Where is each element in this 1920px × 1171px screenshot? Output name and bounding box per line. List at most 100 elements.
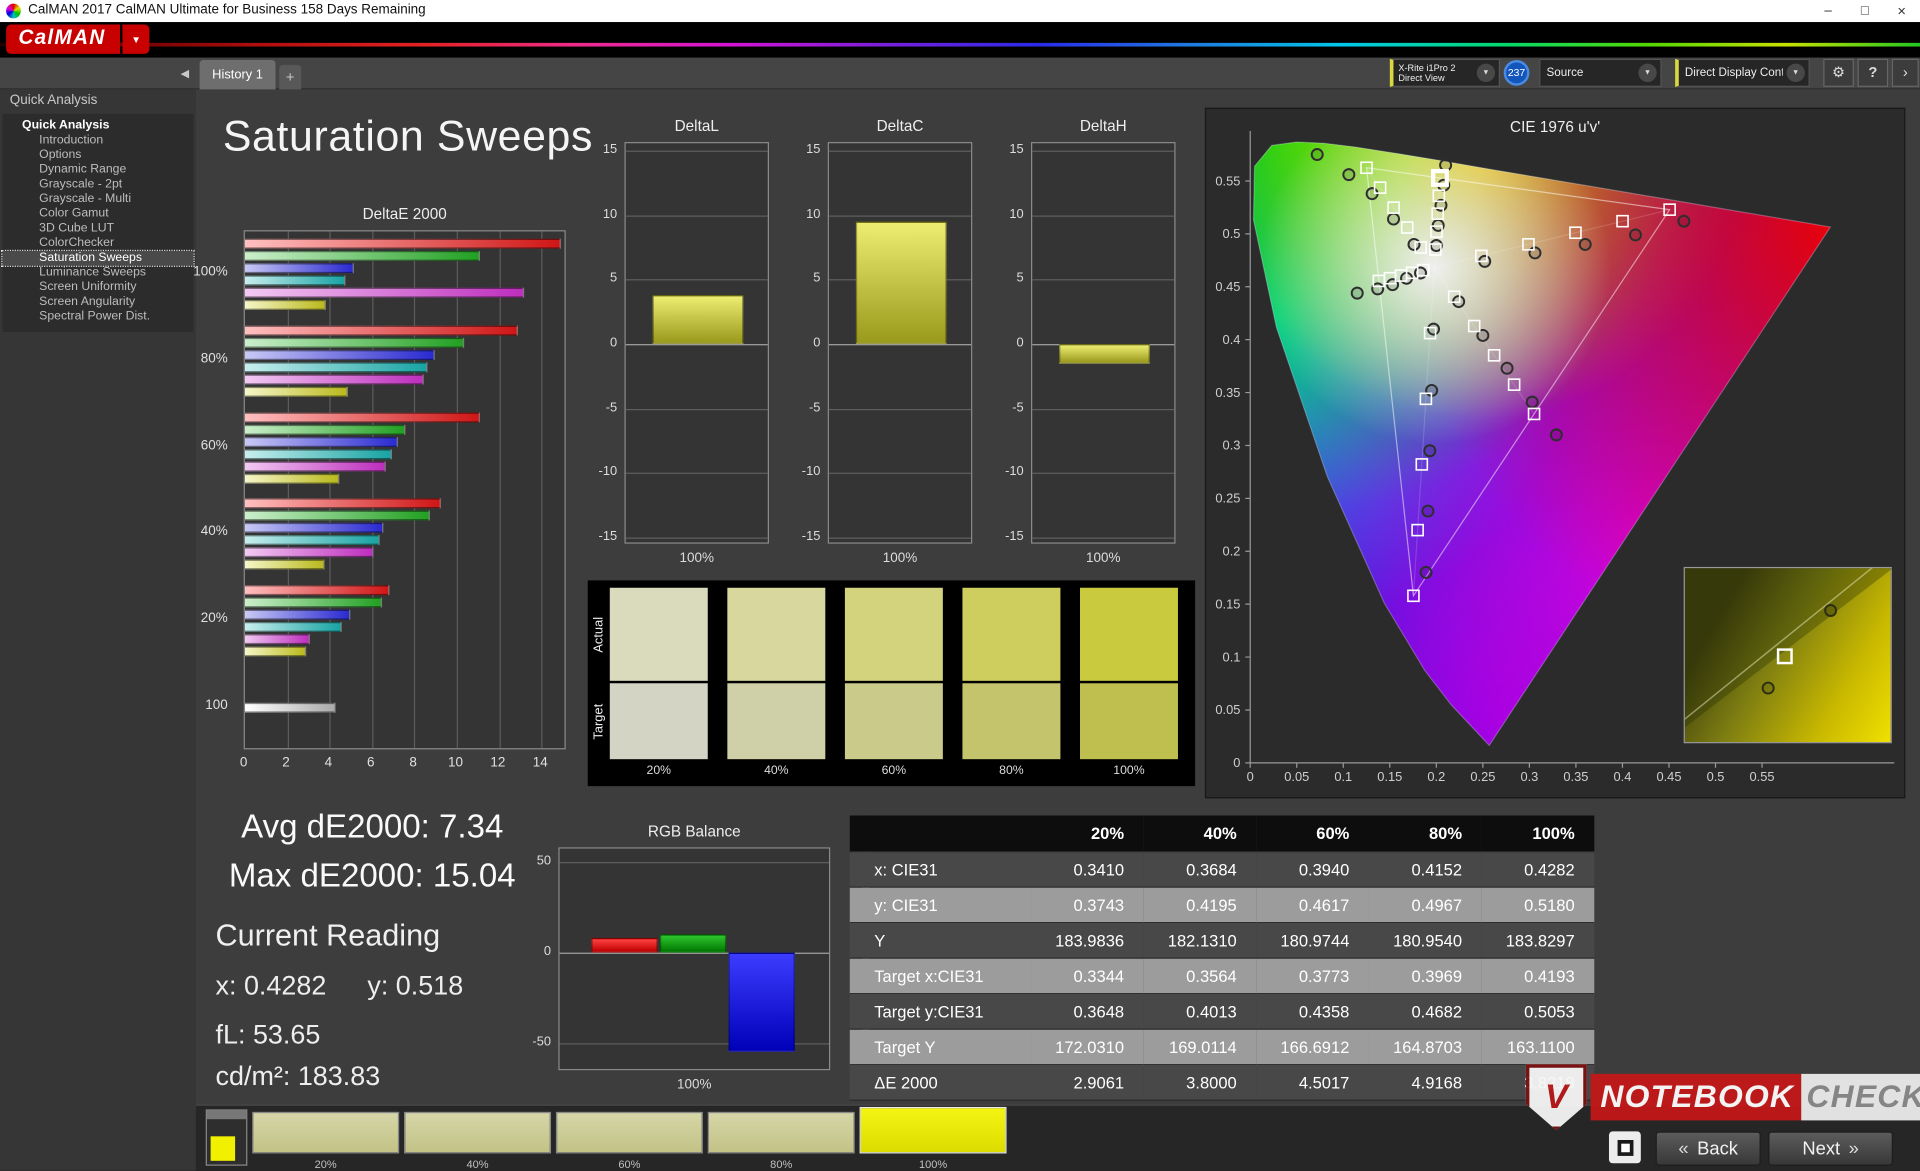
table-value: 164.8703 [1368, 1029, 1482, 1066]
sidebar-item-grayscale-2pt[interactable]: Grayscale - 2pt [2, 178, 193, 193]
calman-logo-text[interactable]: CalMAN [6, 24, 121, 54]
current-fl-value: fL: 53.65 [215, 1018, 321, 1050]
close-button[interactable]: × [1883, 0, 1920, 22]
patch-swatch-20%[interactable] [252, 1111, 400, 1154]
deltae-bar-blue [244, 436, 399, 447]
patch-swatch-label: 100% [918, 1158, 948, 1171]
deltah-chart-xlabel: 100% [1086, 551, 1121, 566]
patch-column-100%: 100% [1080, 580, 1178, 786]
gridline [1032, 537, 1175, 539]
settings-gear-button[interactable]: ⚙ [1823, 58, 1854, 87]
source-dropdown[interactable]: Source ▼ [1539, 58, 1662, 87]
chevron-down-icon[interactable]: ▼ [1476, 63, 1496, 83]
row-label: Target x:CIE31 [862, 958, 1032, 995]
current-patch-swatch [210, 1136, 236, 1161]
chevron-down-icon[interactable]: ▼ [1786, 63, 1805, 83]
expand-panel-button[interactable]: › [1891, 58, 1919, 87]
next-button-label: Next [1802, 1138, 1841, 1159]
patch-swatch-100%[interactable] [859, 1106, 1007, 1154]
deltal-chart-plot [624, 142, 769, 544]
meter-mode: Direct View [1398, 71, 1445, 83]
gridline [828, 472, 972, 475]
sidebar-item-screen-uniformity[interactable]: Screen Uniformity [2, 280, 193, 295]
next-button[interactable]: Next » [1768, 1131, 1894, 1166]
gridline [625, 279, 768, 281]
y-tick-label: 0 [543, 944, 552, 959]
sidebar-item-colorchecker[interactable]: ColorChecker [2, 236, 193, 251]
measurement-count-badge[interactable]: 237 [1503, 60, 1530, 86]
deltae-group-100 [244, 664, 565, 748]
patch-column-label: 80% [999, 764, 1024, 778]
current-cdm2-value: cd/m²: 183.83 [215, 1060, 381, 1092]
logo-menu-arrow-icon[interactable]: ▼ [122, 24, 150, 54]
table-value: 182.1310 [1143, 923, 1257, 959]
tab-history-1[interactable]: History 1 [199, 60, 276, 90]
sidebar-item-luminance-sweeps[interactable]: Luminance Sweeps [2, 266, 193, 281]
maximize-button[interactable]: □ [1847, 0, 1884, 22]
sidebar-root-item[interactable]: Quick Analysis [2, 118, 193, 134]
meter-dropdown[interactable]: X-Rite i1Pro 2 Direct View ▼ [1389, 58, 1501, 87]
svg-text:0: 0 [1233, 755, 1240, 770]
table-value: 0.3648 [1031, 994, 1144, 1030]
svg-text:0.1: 0.1 [1334, 769, 1352, 784]
gridline [625, 408, 768, 410]
patch-swatch-60%[interactable] [555, 1111, 703, 1154]
minimize-button[interactable]: – [1810, 0, 1847, 22]
table-value: 163.1100 [1481, 1029, 1595, 1066]
sidebar-item-dynamic-range[interactable]: Dynamic Range [2, 163, 193, 178]
svg-text:0.2: 0.2 [1223, 544, 1241, 559]
y-tick-label: 100% [193, 264, 228, 280]
sidebar-item-3d-cube-lut[interactable]: 3D Cube LUT [2, 222, 193, 237]
patch-window-preview[interactable] [205, 1109, 248, 1166]
deltac-chart-plot [827, 142, 973, 544]
cie-zoom-inset [1683, 566, 1894, 744]
patch-swatch-80%[interactable] [707, 1111, 855, 1154]
deltae-bar-green [244, 337, 464, 348]
deltae-bar-magenta [244, 634, 311, 645]
actual-swatch [609, 587, 708, 681]
patch-column-20%: 20% [609, 580, 708, 786]
sidebar-collapse-button[interactable]: ◀ [174, 62, 196, 84]
table-value: 0.3969 [1368, 958, 1482, 995]
deltae-bar-green [244, 511, 430, 521]
patch-swatch-40%[interactable] [404, 1111, 552, 1154]
deltae-bar-yellow [244, 559, 325, 570]
sidebar-item-grayscale-multi[interactable]: Grayscale - Multi [2, 192, 193, 207]
deltae-bar-cyan [244, 448, 393, 459]
deltae-bar-cyan [244, 275, 346, 286]
Green-bar [660, 934, 727, 953]
table-row: y: CIE31 0.3743 0.4195 0.4617 0.4967 0.5180 [849, 887, 1595, 924]
y-tick-label: 5 [813, 271, 821, 286]
back-chevron-icon: « [1678, 1138, 1689, 1159]
sidebar-item-color-gamut[interactable]: Color Gamut [2, 207, 193, 222]
deltal-chart-title: DeltaL [674, 117, 719, 135]
svg-text:0.2: 0.2 [1427, 769, 1445, 784]
gridline [625, 537, 768, 539]
stop-measure-button[interactable] [1608, 1131, 1641, 1164]
deltae-bar-magenta [244, 547, 374, 558]
rgb-balance-xlabel: 100% [677, 1077, 712, 1093]
sidebar-item-introduction[interactable]: Introduction [2, 133, 193, 148]
svg-text:0.15: 0.15 [1215, 596, 1240, 611]
help-button[interactable]: ? [1857, 58, 1889, 87]
deltae-bar-magenta [244, 374, 424, 385]
svg-text:0.3: 0.3 [1520, 769, 1538, 784]
sidebar-item-screen-angularity[interactable]: Screen Angularity [2, 295, 193, 310]
patch-column-label: 20% [646, 764, 672, 778]
table-row: ΔE 2000 2.9061 3.8000 4.5017 4.9168 3.8218 [849, 1065, 1595, 1101]
new-tab-button[interactable]: + [279, 64, 302, 90]
deltae-chart-title: DeltaE 2000 [362, 205, 447, 223]
cie-1976-panel: 0 0.05 0.1 0.15 0.2 0.25 0.3 0.35 0.4 0.45 0.5 0.55… [1204, 107, 1906, 799]
rgb-balance-chart: RGB Balance 100% 50 0 -50 [514, 823, 835, 1105]
chevron-down-icon[interactable]: ▼ [1638, 63, 1657, 83]
deltae-bar-red [244, 498, 441, 509]
sidebar-item-options[interactable]: Options [2, 148, 193, 163]
row-label: y: CIE31 [862, 887, 1032, 924]
back-button[interactable]: « Back [1655, 1131, 1761, 1166]
sidebar-item-saturation-sweeps[interactable]: Saturation Sweeps [1, 249, 195, 267]
deltae-bar-magenta [244, 461, 386, 472]
sidebar-item-spectral-power-dist-[interactable]: Spectral Power Dist. [2, 310, 193, 325]
calman-logo[interactable]: CalMAN ▼ [6, 24, 150, 54]
display-control-dropdown[interactable]: Direct Display Control ▼ [1675, 58, 1810, 87]
current-y-value: y: 0.518 [367, 969, 464, 1001]
